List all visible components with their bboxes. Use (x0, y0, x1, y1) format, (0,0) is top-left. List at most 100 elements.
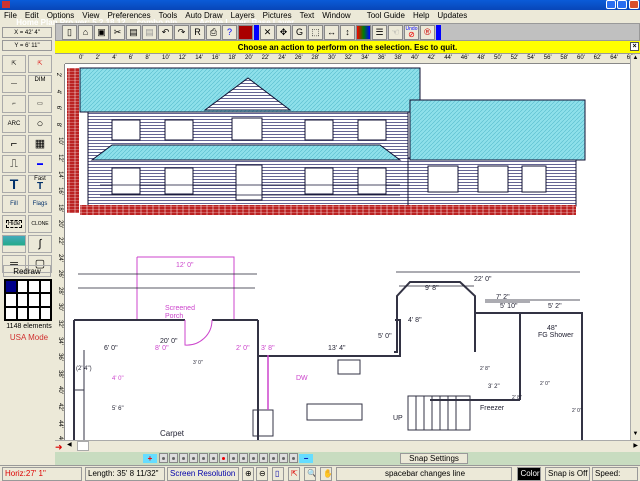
pointer-icon[interactable]: ☜ (388, 25, 403, 40)
help-icon[interactable]: ? (222, 25, 237, 40)
menu-auto-draw[interactable]: Auto Draw (181, 10, 226, 22)
zoom-level[interactable] (229, 453, 238, 463)
menu-help[interactable]: Help (409, 10, 433, 22)
circle-tool-icon[interactable]: ○ (28, 115, 52, 133)
copy-icon[interactable]: ▤ (142, 25, 157, 40)
magnify-icon[interactable]: 🔍 (304, 467, 316, 481)
cut-icon[interactable]: ✂ (110, 25, 125, 40)
menu-view[interactable]: View (78, 10, 103, 22)
horizontal-stretch-icon[interactable]: ↔ (324, 25, 339, 40)
report-icon[interactable]: R (190, 25, 205, 40)
arc-tool[interactable]: ARC (2, 115, 26, 133)
fill-tool[interactable]: Fill (2, 195, 26, 213)
color-icon[interactable] (356, 25, 371, 40)
scroll-down-icon[interactable]: ▼ (631, 431, 640, 440)
move-icon[interactable]: ✥ (276, 25, 291, 40)
zoom-level-current[interactable] (219, 453, 228, 463)
color-button[interactable]: Color (517, 467, 541, 481)
select-box-icon[interactable]: ⇱ (28, 55, 52, 73)
paste-icon[interactable]: ▤ (126, 25, 141, 40)
snap-status[interactable]: Snap is Off (545, 467, 590, 481)
select-arrow-icon[interactable]: ⇱ (2, 55, 26, 73)
resize-icon[interactable]: ⬚ (308, 25, 323, 40)
zoom-level[interactable] (169, 453, 178, 463)
menu-text[interactable]: Text (296, 10, 319, 22)
text-tool-icon[interactable]: T (2, 175, 26, 193)
menu-window[interactable]: Window (318, 10, 354, 22)
zoom-level[interactable] (189, 453, 198, 463)
snap-settings-button[interactable]: Snap Settings (400, 453, 468, 464)
zoom-level[interactable] (289, 453, 298, 463)
curve-tool-icon[interactable]: ∫ (28, 235, 52, 253)
zoom-level[interactable] (239, 453, 248, 463)
no-r-icon[interactable]: ® (420, 25, 435, 40)
window-tool-icon[interactable]: ▦ (28, 135, 52, 153)
close-button[interactable] (629, 0, 639, 9)
menu-updates[interactable]: Updates (433, 10, 471, 22)
scroll-right-icon[interactable]: ▶ (633, 442, 638, 449)
menu-edit[interactable]: Edit (21, 10, 43, 22)
zoom-select-icon[interactable]: ⇱ (288, 467, 300, 481)
zoom-in-icon[interactable]: ⊕ (242, 467, 254, 481)
menu-tools[interactable]: Tools (155, 10, 182, 22)
zoom-level[interactable] (249, 453, 258, 463)
close-message-icon[interactable]: × (630, 42, 639, 51)
zoom-level[interactable] (159, 453, 168, 463)
zoom-level[interactable] (259, 453, 268, 463)
zoom-level[interactable] (209, 453, 218, 463)
redo-arrow-icon[interactable]: ↷ (174, 25, 189, 40)
zoom-level[interactable] (199, 453, 208, 463)
save-icon[interactable]: ▣ (94, 25, 109, 40)
menu-preferences[interactable]: Preferences (103, 10, 154, 22)
ruler-tick-label: 32' (345, 55, 353, 61)
scroll-thumb[interactable] (77, 441, 89, 451)
zoom-out-icon[interactable]: ⊖ (256, 467, 268, 481)
menu-pictures[interactable]: Pictures (259, 10, 296, 22)
hide-tool[interactable]: Hide (2, 215, 26, 233)
speed-control[interactable]: Speed: (592, 467, 638, 481)
layer-grid[interactable] (4, 279, 52, 321)
fast-text-tool[interactable]: FastT (28, 175, 52, 193)
undo-button[interactable]: Undo⊘ (404, 25, 419, 40)
rotate-icon[interactable]: G (292, 25, 307, 40)
undo-arrow-icon[interactable]: ↶ (158, 25, 173, 40)
room-tool-icon[interactable]: ⌐ (2, 135, 26, 153)
drawing-canvas[interactable]: 12' 0" Screened Porch 20' 0" 6' 0" 8' 0"… (65, 64, 630, 440)
zoom-level[interactable] (279, 453, 288, 463)
delete-icon[interactable]: ✕ (260, 25, 275, 40)
open-folder-icon[interactable]: ⌂ (78, 25, 93, 40)
ruler-tick-label: 52' (511, 55, 519, 61)
page-icon[interactable]: ▯ (272, 467, 284, 481)
shower-size: 48" (547, 325, 558, 332)
menu-tool-guide[interactable]: Tool Guide (363, 10, 409, 22)
new-file-icon[interactable]: ▯ (62, 25, 77, 40)
dimension-tool[interactable]: DIM (28, 75, 52, 93)
wall-tool-icon[interactable]: ⌐ (2, 95, 26, 113)
menu-options[interactable]: Options (43, 10, 79, 22)
pan-icon[interactable]: ✋ (320, 467, 332, 481)
print-icon[interactable]: ⎙ (206, 25, 221, 40)
redraw-button[interactable]: Redraw (3, 265, 51, 277)
maximize-button[interactable] (617, 0, 627, 9)
clone-tool[interactable]: CLONE (28, 215, 52, 233)
menu-layers[interactable]: Layers (227, 10, 259, 22)
rectangle-tool-icon[interactable]: ▭ (28, 95, 52, 113)
line-style-icon[interactable]: ☰ (372, 25, 387, 40)
zoom-level[interactable] (179, 453, 188, 463)
zoom-in-plus-icon[interactable]: + (143, 454, 157, 463)
door-tool-icon[interactable]: ⎍ (2, 155, 26, 173)
exit-door-icon[interactable] (238, 25, 253, 40)
menu-file[interactable]: File (0, 10, 21, 22)
vertical-stretch-icon[interactable]: ↕ (340, 25, 355, 40)
line-tool-icon[interactable]: — (2, 75, 26, 93)
minimize-button[interactable] (606, 0, 616, 9)
beam-tool-icon[interactable]: ▬ (28, 155, 52, 173)
scroll-up-icon[interactable]: ▲ (631, 55, 640, 64)
zoom-out-minus-icon[interactable]: − (299, 454, 313, 463)
zoom-level[interactable] (269, 453, 278, 463)
picture-tool-icon[interactable] (2, 235, 26, 253)
flags-tool[interactable]: Flags (28, 195, 52, 213)
scroll-left-icon[interactable]: ◀ (67, 441, 76, 451)
vertical-scrollbar[interactable]: ▲ ▼ (630, 55, 640, 440)
horizontal-scrollbar[interactable]: ➜ ◀ ▶ (55, 440, 640, 452)
